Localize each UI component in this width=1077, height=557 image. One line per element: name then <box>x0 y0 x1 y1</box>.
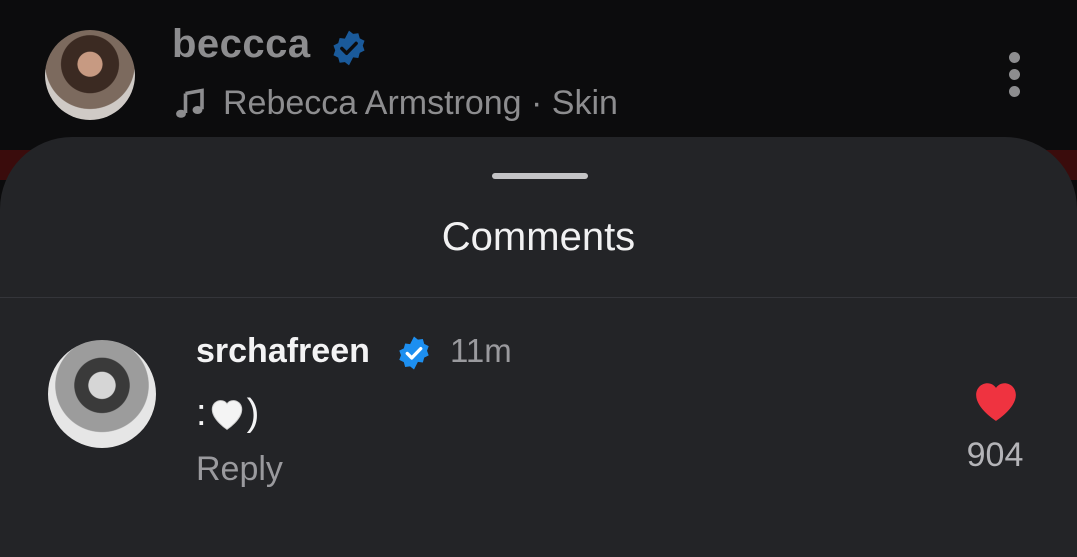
heart-like-icon[interactable] <box>970 377 1022 423</box>
music-note-icon <box>176 88 204 118</box>
divider <box>0 297 1077 298</box>
profile-avatar[interactable] <box>45 30 135 120</box>
sheet-title: Comments <box>441 215 636 259</box>
comment-avatar[interactable] <box>48 340 156 448</box>
drag-handle[interactable] <box>492 173 588 179</box>
more-options-icon[interactable] <box>1004 52 1024 102</box>
comment-timestamp: 11m <box>450 332 512 369</box>
reply-button[interactable]: Reply <box>196 450 283 489</box>
profile-username[interactable]: beccca <box>172 22 311 67</box>
comment-text-suffix: ) <box>246 392 260 434</box>
comment-username[interactable]: srchafreen <box>196 332 370 371</box>
story-header: beccca Rebecca Armstrong · Skin <box>0 0 1077 150</box>
verified-badge-icon <box>333 30 365 66</box>
verified-badge-icon <box>399 336 429 370</box>
comment-text-prefix: : <box>196 392 207 434</box>
comment-text: : ) <box>196 392 259 435</box>
comments-sheet: Comments srchafreen 11m : ) Reply 904 <box>0 137 1077 557</box>
song-label[interactable]: Rebecca Armstrong · Skin <box>223 84 618 123</box>
like-count: 904 <box>966 436 1024 474</box>
white-heart-icon <box>211 400 242 430</box>
